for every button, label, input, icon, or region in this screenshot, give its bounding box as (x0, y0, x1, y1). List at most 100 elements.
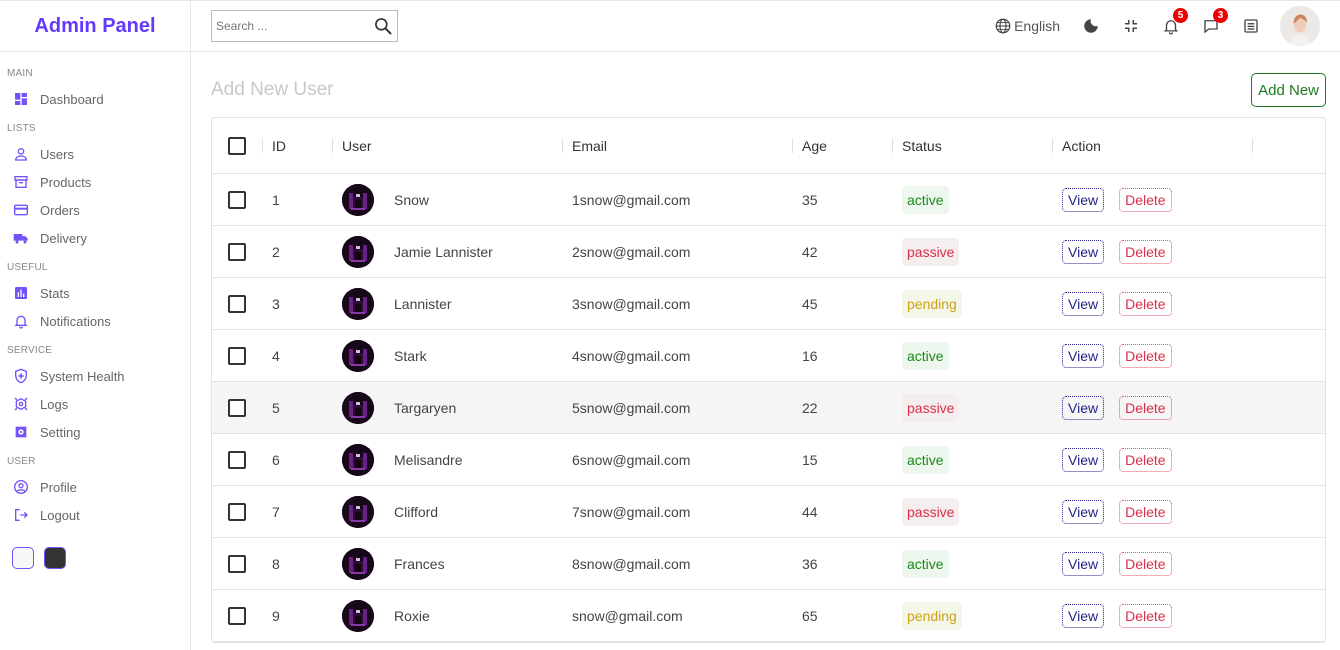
messages-button[interactable]: 3 (1202, 8, 1228, 35)
cell-action: View Delete (1052, 486, 1252, 537)
column-header-age[interactable]: Age (792, 118, 892, 173)
nav-section-title: LISTS (7, 123, 36, 134)
delete-button[interactable]: Delete (1119, 395, 1172, 420)
cell-action: View Delete (1052, 434, 1252, 485)
row-checkbox[interactable] (228, 606, 246, 625)
sidebar-item-profile[interactable]: Profile (7, 473, 190, 501)
cell-age: 45 (802, 295, 818, 312)
table-row[interactable]: 8 Frances 8snow@gmail.com 36 active View Delet… (212, 538, 1325, 590)
cell-email: 7snow@gmail.com (572, 503, 691, 520)
row-checkbox[interactable] (228, 294, 246, 313)
cell-action: View Delete (1052, 226, 1252, 277)
list-icon[interactable] (1242, 17, 1260, 35)
column-header-email[interactable]: Email (562, 118, 792, 173)
cell-status: pending (892, 590, 1052, 641)
dark-theme-swatch[interactable] (44, 547, 66, 569)
notifications-button[interactable]: 5 (1162, 8, 1188, 35)
logo[interactable]: Admin Panel (34, 15, 155, 38)
table-row[interactable]: 5 Targaryen 5snow@gmail.com 22 passive View De… (212, 382, 1325, 434)
delete-button[interactable]: Delete (1119, 239, 1172, 264)
view-button[interactable]: View (1062, 239, 1105, 264)
table-row[interactable]: 1 Snow 1snow@gmail.com 35 active View Delete (212, 174, 1325, 226)
row-checkbox[interactable] (228, 502, 246, 521)
cell-email: 3snow@gmail.com (572, 295, 691, 312)
cell-user: Jamie Lannister (332, 226, 562, 277)
row-checkbox-cell (212, 226, 262, 277)
sidebar-item-label: System Health (40, 368, 125, 384)
delete-button[interactable]: Delete (1119, 187, 1172, 212)
row-checkbox[interactable] (228, 190, 246, 209)
topbar: English 5 3 (191, 1, 1340, 52)
sidebar-item-label: Logs (40, 396, 69, 412)
sidebar-item-setting[interactable]: Setting (7, 418, 190, 446)
view-button[interactable]: View (1062, 603, 1105, 628)
status-badge: pending (902, 601, 962, 630)
user-name: Frances (394, 555, 445, 572)
user-name: Lannister (394, 295, 452, 312)
select-all-checkbox[interactable] (228, 136, 246, 155)
view-button[interactable]: View (1062, 551, 1105, 576)
cell-id: 2 (272, 243, 280, 260)
sidebar-item-label: Notifications (40, 313, 111, 329)
logs-icon (13, 396, 29, 412)
column-header-user[interactable]: User (332, 118, 562, 173)
dark-mode-icon[interactable] (1082, 17, 1100, 35)
view-button[interactable]: View (1062, 395, 1105, 420)
view-button[interactable]: View (1062, 499, 1105, 524)
add-new-button[interactable]: Add New (1251, 73, 1326, 107)
row-checkbox[interactable] (228, 554, 246, 573)
sidebar-item-logout[interactable]: Logout (7, 501, 190, 529)
table-row[interactable]: 7 Clifford 7snow@gmail.com 44 passive View Del… (212, 486, 1325, 538)
sidebar-item-logs[interactable]: Logs (7, 390, 190, 418)
truck-icon (13, 230, 29, 246)
delete-button[interactable]: Delete (1119, 447, 1172, 472)
sidebar-item-label: Orders (40, 202, 80, 218)
user-avatar (342, 495, 374, 528)
row-checkbox[interactable] (228, 450, 246, 469)
view-button[interactable]: View (1062, 187, 1105, 212)
profile-icon (13, 479, 29, 495)
sidebar-item-delivery[interactable]: Delivery (7, 224, 190, 252)
table-row[interactable]: 6 Melisandre 6snow@gmail.com 15 active View De… (212, 434, 1325, 486)
light-theme-swatch[interactable] (12, 547, 34, 569)
table-row[interactable]: 9 Roxie snow@gmail.com 65 pending View Delete (212, 590, 1325, 642)
row-checkbox[interactable] (228, 346, 246, 365)
app-root: Admin Panel MAIN Dashboard LISTS Users Produ… (0, 0, 1340, 650)
sidebar-item-users[interactable]: Users (7, 140, 190, 168)
sidebar-item-stats[interactable]: Stats (7, 279, 190, 307)
cell-email: 5snow@gmail.com (572, 399, 691, 416)
avatar[interactable] (1280, 6, 1320, 46)
view-button[interactable]: View (1062, 343, 1105, 368)
delete-button[interactable]: Delete (1119, 499, 1172, 524)
table-row[interactable]: 2 Jamie Lannister 2snow@gmail.com 42 passive… (212, 226, 1325, 278)
status-badge: passive (902, 393, 960, 422)
column-header-id[interactable]: ID (262, 118, 332, 173)
sidebar-item-dashboard[interactable]: Dashboard (7, 85, 190, 113)
table-row[interactable]: 3 Lannister 3snow@gmail.com 45 pending View De… (212, 278, 1325, 330)
table-row[interactable]: 4 Stark 4snow@gmail.com 16 active View Delete (212, 330, 1325, 382)
fullscreen-exit-icon[interactable] (1122, 17, 1140, 35)
sidebar-item-notifications[interactable]: Notifications (7, 307, 190, 335)
cell-id: 3 (272, 295, 280, 312)
cell-status: active (892, 330, 1052, 381)
search-icon[interactable] (373, 16, 393, 36)
column-header-status[interactable]: Status (892, 118, 1052, 173)
view-button[interactable]: View (1062, 291, 1105, 316)
search-input[interactable] (216, 19, 373, 33)
row-checkbox-cell (212, 382, 262, 433)
sidebar-item-products[interactable]: Products (7, 168, 190, 196)
delete-button[interactable]: Delete (1119, 291, 1172, 316)
language-selector[interactable]: English (994, 17, 1060, 35)
cell-action: View Delete (1052, 590, 1252, 641)
delete-button[interactable]: Delete (1119, 343, 1172, 368)
credit-card-icon (13, 202, 29, 218)
row-checkbox[interactable] (228, 398, 246, 417)
view-button[interactable]: View (1062, 447, 1105, 472)
sidebar-item-orders[interactable]: Orders (7, 196, 190, 224)
delete-button[interactable]: Delete (1119, 603, 1172, 628)
column-header-action[interactable]: Action (1052, 118, 1252, 173)
sidebar-item-system-health[interactable]: System Health (7, 362, 190, 390)
delete-button[interactable]: Delete (1119, 551, 1172, 576)
cell-id: 9 (272, 607, 280, 624)
row-checkbox[interactable] (228, 242, 246, 261)
